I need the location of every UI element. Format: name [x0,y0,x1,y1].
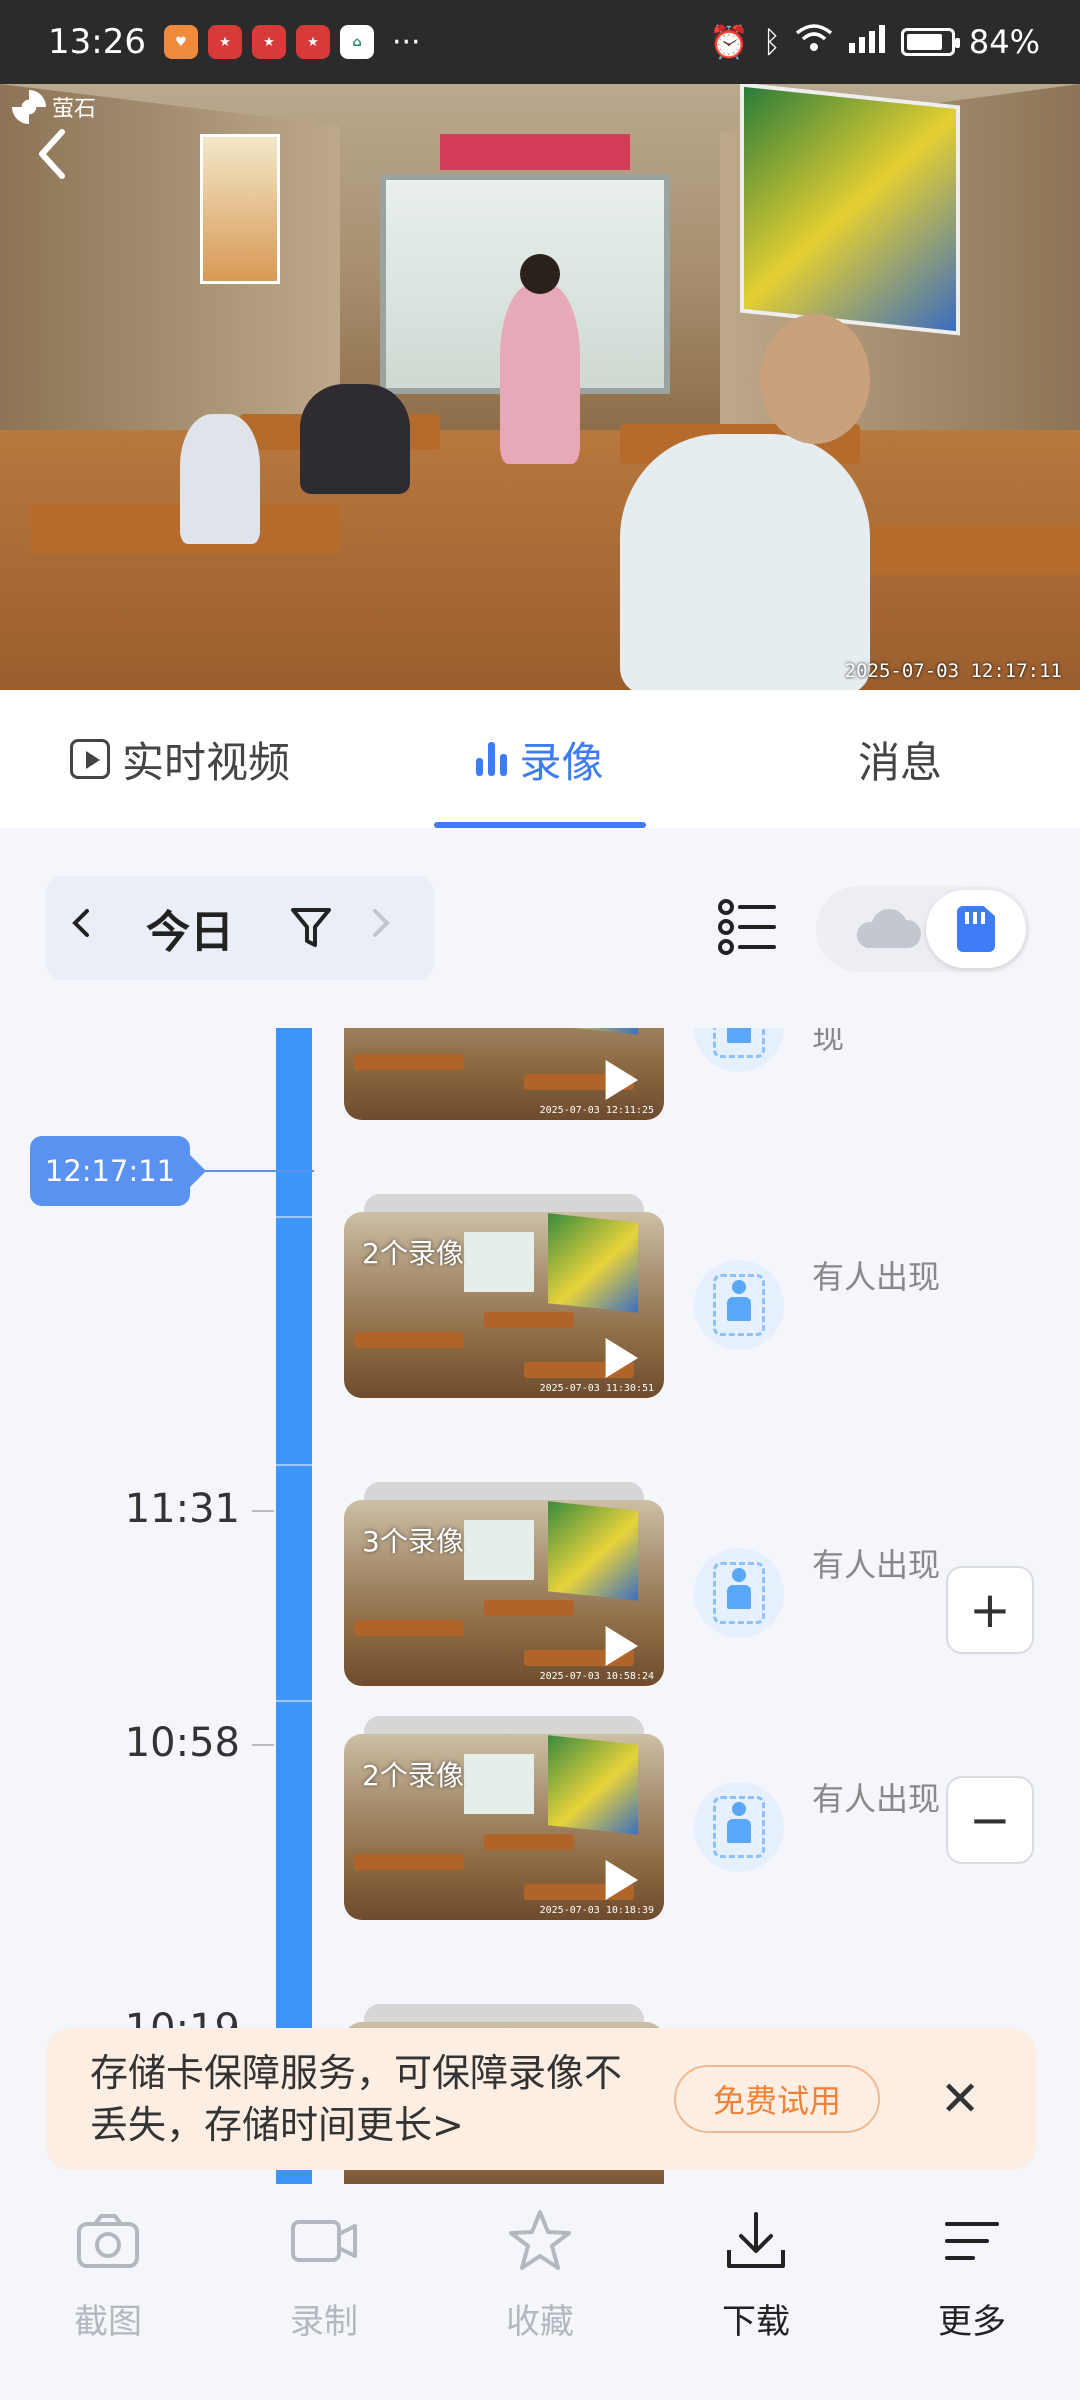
filter-icon [291,908,331,947]
favorite-button[interactable]: 收藏 [432,2206,648,2400]
download-icon [727,2212,785,2268]
battery-percent: 84% [968,23,1040,61]
camera-icon [77,2214,139,2268]
promo-text[interactable]: 存储卡保障服务，可保障录像不丢失，存储时间更长> [90,2047,650,2151]
date-label[interactable]: 今日 [146,896,276,960]
battery-icon [900,28,960,56]
video-camera-icon [291,2220,357,2262]
play-square-icon [69,739,110,779]
more-button[interactable]: 更多 [864,2206,1080,2400]
chevron-left-icon [72,909,89,937]
clip-count: 3个录像 [362,1525,464,1558]
storage-source-toggle[interactable] [816,886,1030,972]
tab-messages[interactable]: 消息 [720,690,1080,828]
time-label: 11:31 [124,1486,240,1532]
event-label: 有人出现 [812,1780,941,1818]
person-detected-icon [694,1260,784,1350]
app-notification-icon: ♥ [163,25,198,59]
person-detected-icon [694,1548,784,1638]
clip-timestamp: 2025-07-03 10:58:24 [539,1671,654,1682]
clip-timestamp: 2025-07-03 11:30:51 [539,1383,654,1394]
tab-bar: 实时视频 录像 消息 [0,690,1080,828]
tab-live-video[interactable]: 实时视频 [0,690,360,828]
prev-day-button[interactable] [46,903,116,953]
menu-board-image [740,84,960,336]
clip-thumbnail[interactable]: 2个录像 2025-07-03 10:18:39 [344,1734,664,1920]
signal-icon [847,23,887,61]
clip-count: 2个录像 [362,1759,464,1792]
date-selector: 今日 [46,876,434,980]
filter-button[interactable] [276,905,346,951]
event-label: 现 [812,1028,845,1056]
ezviz-logo-icon [12,90,46,124]
tab-recordings[interactable]: 录像 [360,690,720,828]
alarm-icon: ⏰ [709,23,749,61]
notification-icons: ♥ ★ ★ ★ ⌂ ··· [163,24,421,60]
next-day-button[interactable] [346,903,416,953]
storage-promo-banner[interactable]: 存储卡保障服务，可保障录像不丢失，存储时间更长> 免费试用 ✕ [46,2028,1036,2170]
time-label: 10:58 [124,1720,240,1766]
video-player[interactable]: 萤石 2025-07-03 12:17:11 [0,84,1080,690]
event-label: 有人出现 [812,1258,941,1296]
sd-card-icon [957,906,995,952]
clip-count: 2个录像 [362,1237,464,1270]
recording-timeline[interactable]: 12:17:11 11:31 10:58 10:19 2025-07-03 12… [0,1028,1080,2184]
system-status: ⏰ ᛒ 84% [709,23,1040,61]
sd-card-option[interactable] [926,890,1026,968]
clip-thumbnail[interactable]: 3个录像 2025-07-03 10:58:24 [344,1500,664,1686]
more-notifications-icon: ··· [391,24,421,60]
person-detected-icon [694,1782,784,1872]
zoom-in-button[interactable]: + [946,1566,1034,1654]
free-trial-button[interactable]: 免费试用 [674,2065,880,2133]
chevron-left-icon [39,129,65,179]
bar-chart-icon [476,742,508,776]
event-label: 有人出现 [812,1546,941,1584]
back-button[interactable] [32,124,82,184]
recording-clip[interactable]: 2个录像 2025-07-03 11:30:51 [344,1194,664,1398]
download-button[interactable]: 下载 [648,2206,864,2400]
zoom-out-button[interactable]: − [946,1776,1034,1864]
bluetooth-icon: ᛒ [762,24,781,60]
app-notification-icon: ★ [207,25,242,59]
clip-timestamp: 2025-07-03 10:18:39 [539,1905,654,1916]
record-button[interactable]: 录制 [216,2206,432,2400]
close-icon[interactable]: ✕ [940,2071,980,2127]
app-notification-icon: ★ [251,25,286,59]
status-bar: 13:26 ♥ ★ ★ ★ ⌂ ··· ⏰ ᛒ 84% [0,0,1080,84]
clip-thumbnail[interactable]: 2个录像 2025-07-03 11:30:51 [344,1212,664,1398]
clip-timestamp: 2025-07-03 12:11:25 [539,1105,654,1116]
brand-logo: 萤石 [12,90,96,124]
chevron-right-icon [373,909,390,937]
screenshot-button[interactable]: 截图 [0,2206,216,2400]
video-timestamp: 2025-07-03 12:17:11 [844,660,1062,682]
app-notification-icon: ★ [295,25,330,59]
current-time-marker [190,1170,314,1172]
recording-clip[interactable]: 2个录像 2025-07-03 10:18:39 [344,1716,664,1920]
cloud-icon[interactable] [852,908,922,950]
menu-icon [945,2222,999,2260]
list-view-button[interactable] [716,895,780,959]
recording-clip[interactable]: 2025-07-03 12:11:25 [344,1028,664,1120]
bottom-toolbar: 截图 录制 收藏 下载 更多 [0,2184,1080,2400]
current-time-badge: 12:17:11 [30,1136,206,1206]
clip-thumbnail[interactable]: 2025-07-03 12:11:25 [344,1028,664,1120]
person-detected-icon [694,1028,784,1072]
wifi-icon [795,23,833,61]
star-icon [509,2210,571,2270]
timeline-bar[interactable] [276,1028,312,2184]
app-notification-icon: ⌂ [339,25,374,59]
status-time: 13:26 [48,22,146,62]
recording-clip[interactable]: 3个录像 2025-07-03 10:58:24 [344,1482,664,1686]
list-icon [718,899,776,955]
play-icon [605,1060,638,1100]
